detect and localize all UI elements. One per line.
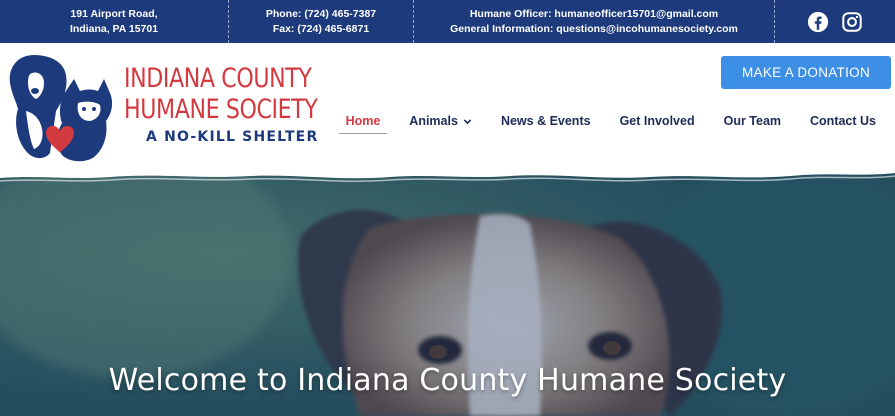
humane-officer-email[interactable]: Humane Officer: humaneofficer15701@gmail…: [470, 7, 718, 22]
nav-item-news-events[interactable]: News & Events: [494, 111, 598, 134]
nav-item-our-team[interactable]: Our Team: [717, 111, 788, 134]
address-block: 191 Airport Road, Indiana, PA 15701: [0, 0, 228, 43]
top-info-bar: 191 Airport Road, Indiana, PA 15701 Phon…: [0, 0, 895, 43]
logo-title-line-2: HUMANE SOCIETY: [124, 94, 318, 125]
address-line-2: Indiana, PA 15701: [69, 22, 159, 35]
chevron-down-icon: [463, 118, 472, 124]
site-header: INDIANA COUNTY HUMANE SOCIETY A NO-KILL …: [0, 43, 895, 183]
dog-cat-heart-logo-icon: [9, 55, 113, 162]
nav-item-contact-us[interactable]: Contact Us: [803, 111, 883, 134]
site-logo[interactable]: INDIANA COUNTY HUMANE SOCIETY A NO-KILL …: [4, 49, 324, 169]
main-navigation: Home Animals News & Events Get Involved …: [338, 111, 883, 134]
facebook-icon[interactable]: [807, 11, 829, 33]
phone-number[interactable]: Phone: (724) 465-7387: [266, 7, 376, 22]
nav-item-label: Home: [345, 114, 381, 128]
logo-tagline: A NO-KILL SHELTER: [146, 129, 319, 145]
nav-item-home[interactable]: Home: [338, 111, 388, 134]
nav-item-label: Get Involved: [619, 114, 695, 128]
address-line-1: 191 Airport Road,: [70, 7, 158, 20]
torn-paper-edge: [0, 168, 895, 182]
hero-banner: Welcome to Indiana County Humane Society: [0, 168, 895, 416]
nav-item-label: Contact Us: [810, 114, 876, 128]
fax-number: Fax: (724) 465-6871: [272, 22, 370, 35]
logo-title-line-1: INDIANA COUNTY: [124, 63, 312, 94]
make-donation-button[interactable]: MAKE A DONATION: [721, 56, 891, 89]
phone-block: Phone: (724) 465-7387 Fax: (724) 465-687…: [229, 0, 413, 43]
nav-item-label: News & Events: [500, 114, 591, 128]
nav-item-get-involved[interactable]: Get Involved: [613, 111, 702, 134]
general-info-email[interactable]: General Information: questions@incohuman…: [450, 22, 738, 37]
nav-item-animals[interactable]: Animals: [402, 111, 479, 134]
email-block: Humane Officer: humaneofficer15701@gmail…: [414, 0, 774, 43]
nav-item-label: Our Team: [723, 114, 782, 128]
social-links: [775, 0, 895, 43]
nav-item-label: Animals: [409, 114, 458, 128]
logo-text: INDIANA COUNTY HUMANE SOCIETY A NO-KILL …: [124, 63, 324, 145]
hero-title: Welcome to Indiana County Humane Society: [108, 363, 787, 398]
instagram-icon[interactable]: [841, 11, 863, 33]
